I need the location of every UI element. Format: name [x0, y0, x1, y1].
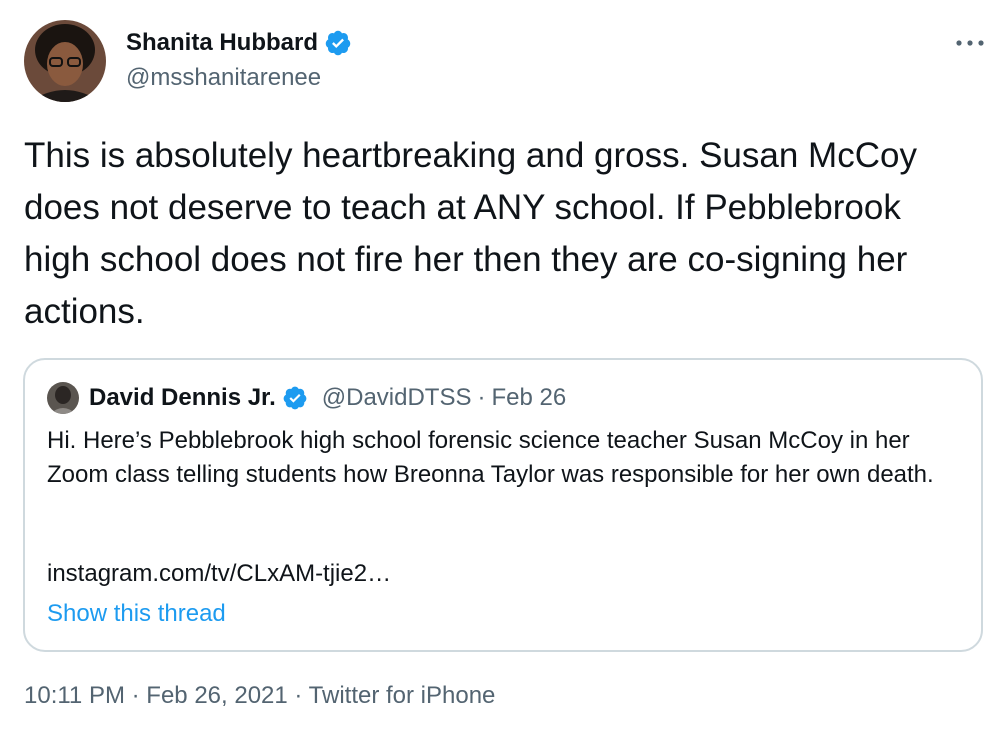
author-handle[interactable]: @msshanitarenee — [126, 64, 321, 92]
quoted-avatar-image — [47, 382, 79, 414]
quoted-author-handle: @DavidDTSS — [321, 384, 472, 411]
tweet-metadata: 10:11 PM · Feb 26, 2021 · Twitter for iP… — [24, 682, 495, 710]
tweet-date[interactable]: Feb 26, 2021 — [146, 682, 287, 709]
author-avatar-image — [24, 20, 106, 102]
quoted-verified-badge-icon — [283, 386, 307, 410]
meta-separator: · — [294, 682, 303, 709]
quoted-tweet-text: Hi. Here’s Pebblebrook high school foren… — [47, 427, 934, 488]
more-options-button[interactable] — [950, 28, 990, 58]
author-name-row: Shanita Hubbard — [126, 27, 352, 59]
tweet-time[interactable]: 10:11 PM — [24, 682, 125, 709]
tweet-source[interactable]: Twitter for iPhone — [309, 682, 496, 709]
quoted-tweet-date: Feb 26 — [491, 384, 567, 411]
tweet-text: This is absolutely heartbreaking and gro… — [24, 136, 917, 331]
quoted-tweet-card[interactable]: David Dennis Jr. @DavidDTSS · Feb 26 Hi.… — [23, 358, 983, 652]
quoted-author-avatar — [47, 382, 79, 414]
quoted-author-name: David Dennis Jr. — [89, 384, 276, 411]
meta-separator: · — [131, 682, 140, 709]
verified-badge-icon — [325, 30, 351, 56]
quoted-header-separator: · — [477, 384, 486, 411]
quoted-tweet-link[interactable]: instagram.com/tv/CLxAM-tjie2… — [47, 560, 391, 588]
show-thread-link[interactable]: Show this thread — [47, 600, 226, 628]
author-avatar[interactable] — [24, 20, 106, 102]
author-name[interactable]: Shanita Hubbard — [126, 29, 318, 57]
quoted-tweet-header: David Dennis Jr. @DavidDTSS · Feb 26 — [47, 380, 566, 416]
more-dots-icon — [956, 40, 984, 46]
